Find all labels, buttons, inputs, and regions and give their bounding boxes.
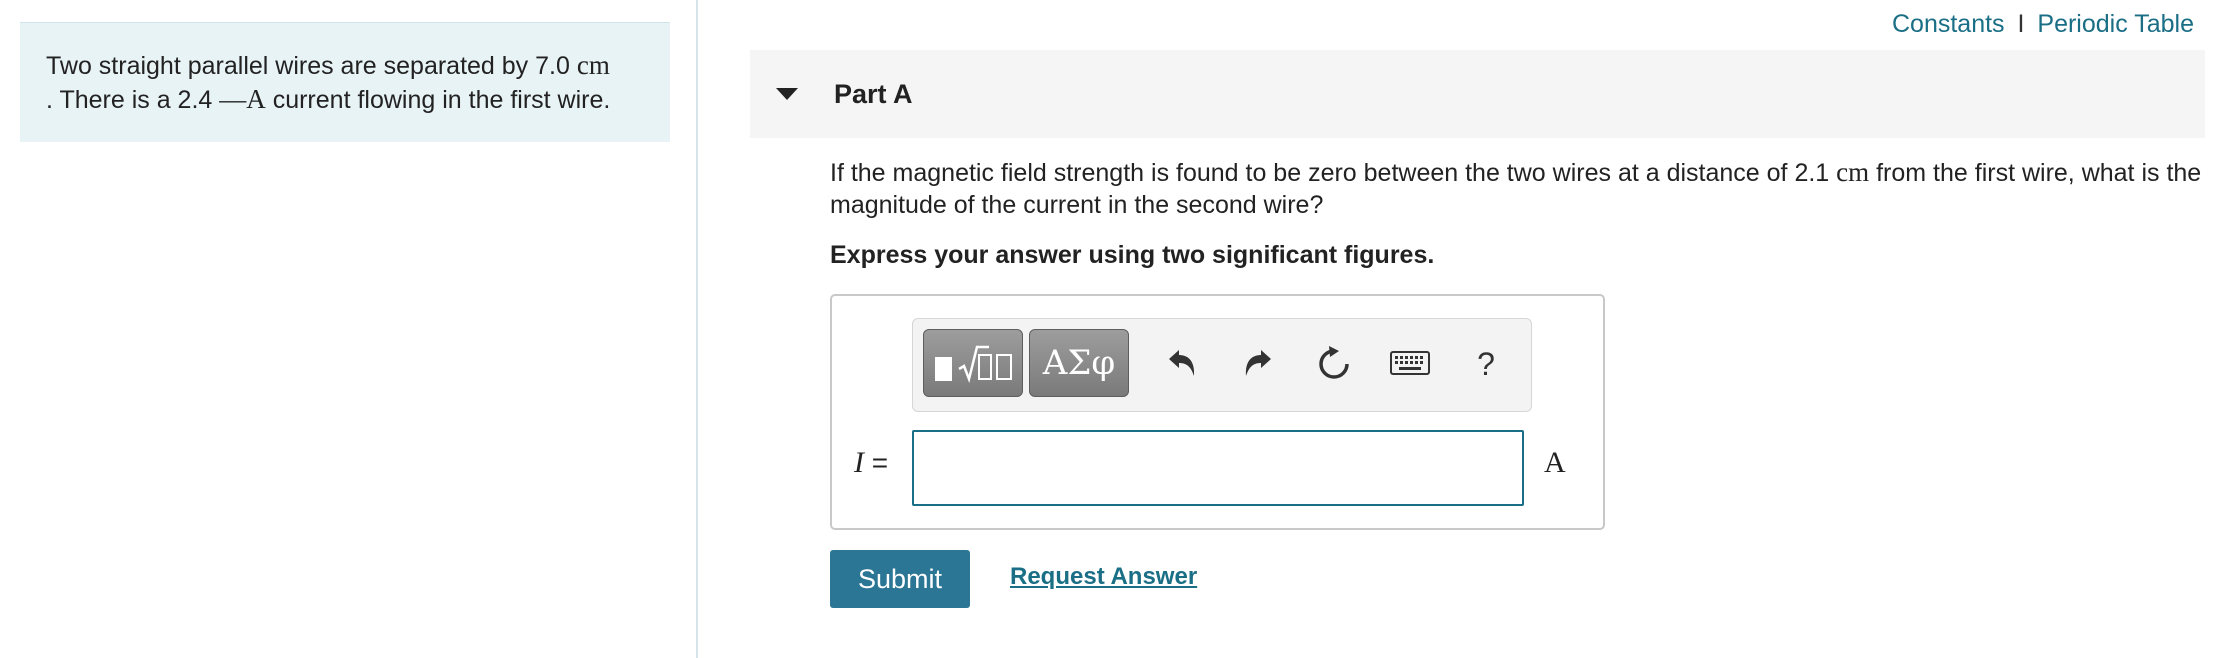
symbols-button[interactable]: ΑΣφ [1029,329,1129,397]
redo-button[interactable] [1235,341,1281,387]
templates-icon [935,345,1012,384]
redo-icon [1245,350,1271,376]
submit-button[interactable]: Submit [830,550,970,608]
reset-icon [1319,346,1349,379]
periodic-table-link[interactable]: Periodic Table [2037,10,2194,38]
part-title: Part A [834,78,913,109]
question-text: If the magnetic field strength is found … [830,156,2210,221]
answer-unit-label: A [1544,446,1566,479]
symbols-icon: ΑΣφ [1042,343,1116,383]
help-button[interactable]: ? [1463,341,1509,387]
constants-link[interactable]: Constants [1892,10,2005,38]
part-a-header[interactable]: Part A [750,50,2205,138]
panel-divider [696,0,698,658]
help-icon: ? [1477,345,1495,382]
answer-input[interactable] [912,430,1524,506]
keyboard-button[interactable] [1387,341,1433,387]
undo-icon [1169,350,1195,376]
equals-sign: = [871,447,889,478]
request-answer-link[interactable]: Request Answer [1010,563,1197,591]
question-unit: cm [1836,157,1870,187]
problem-context-panel: Two straight parallel wires are separate… [20,22,670,142]
context-text-line2-prefix: . There is a 2.4 [46,86,213,114]
variable-symbol: I [854,446,864,479]
answer-variable-label: I = [854,446,888,480]
context-unit-amp: —A [219,84,266,114]
keyboard-icon [1390,351,1430,375]
collapse-caret-icon[interactable] [776,88,798,100]
context-text-line2-suffix: current flowing in the first wire. [272,86,611,114]
math-toolbar: ΑΣφ ? [912,318,1532,412]
reset-button[interactable] [1311,341,1357,387]
answer-instruction: Express your answer using two significan… [830,241,1435,269]
header-links: Constants I Periodic Table [1892,10,2194,39]
answer-box: ΑΣφ ? I = A [830,294,1605,530]
context-text-line1: Two straight parallel wires are separate… [46,52,570,80]
link-separator: I [2017,10,2025,38]
context-unit-cm: cm [576,50,610,80]
question-text-start: If the magnetic field strength is found … [830,159,1830,187]
templates-button[interactable] [923,329,1023,397]
undo-button[interactable] [1159,341,1205,387]
